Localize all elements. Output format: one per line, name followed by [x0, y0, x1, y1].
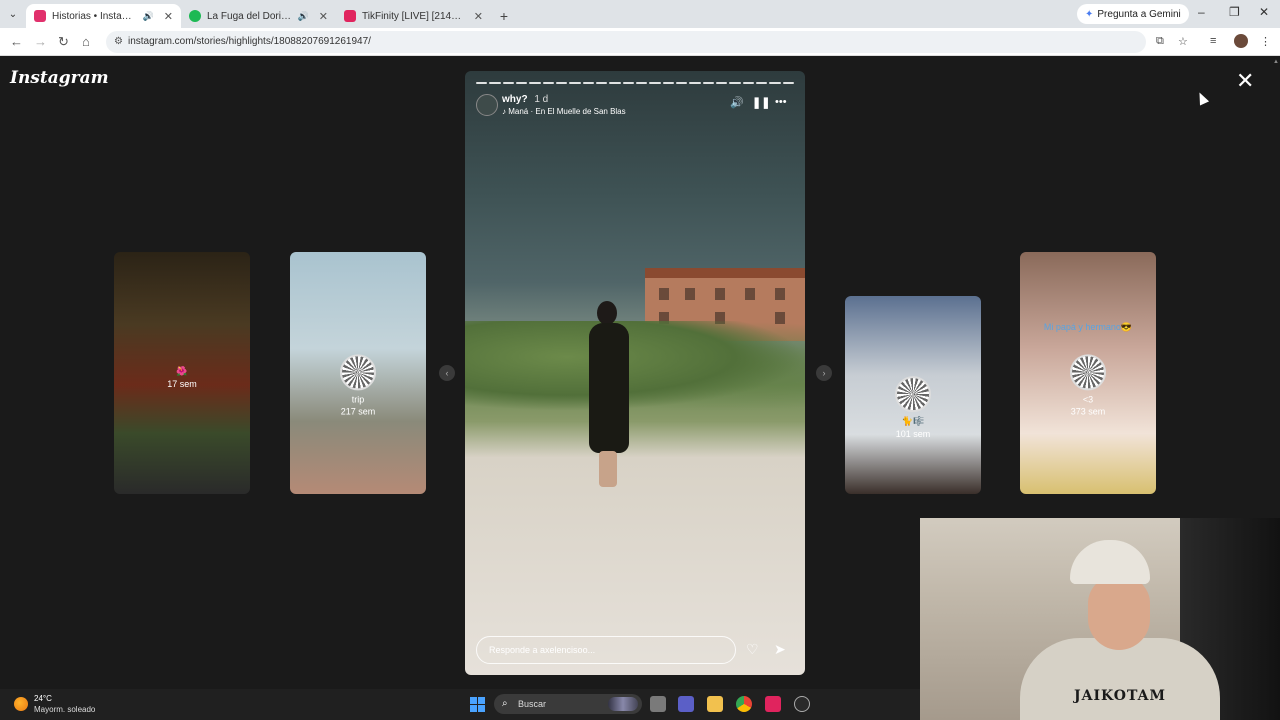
- story-header: why? 1 d: [502, 94, 548, 105]
- instagram-favicon-icon: [34, 10, 46, 22]
- obs-icon[interactable]: [794, 696, 810, 712]
- close-story-icon[interactable]: ✕: [1236, 70, 1254, 92]
- mute-icon[interactable]: 🔊: [730, 96, 744, 109]
- tab-instagram[interactable]: Historias • Instagram 🔊 ✕: [26, 4, 181, 28]
- weather-temp[interactable]: 24°C: [34, 694, 52, 703]
- webcam-overlay: JAIKOTAM: [920, 518, 1280, 720]
- preview-avatar: [1070, 354, 1106, 391]
- tab-title: La Fuga del Dorian • Ariel C: [207, 10, 292, 22]
- chrome-icon[interactable]: [736, 696, 752, 712]
- reload-icon[interactable]: ↻: [58, 34, 69, 50]
- url-field[interactable]: ⚙ instagram.com/stories/highlights/18088…: [106, 31, 1146, 53]
- minimize-icon[interactable]: –: [1198, 5, 1205, 19]
- url-text: instagram.com/stories/highlights/1808820…: [128, 36, 371, 47]
- next-story-icon[interactable]: ›: [816, 365, 832, 381]
- install-app-icon[interactable]: ⧉: [1156, 35, 1164, 48]
- search-label: Buscar: [518, 699, 547, 709]
- speaker-icon[interactable]: 🔊: [143, 11, 154, 22]
- teams-icon[interactable]: [678, 696, 694, 712]
- preview-label: 🐈🎼 101 sem: [845, 376, 981, 439]
- weather-desc[interactable]: Mayorm. soleado: [34, 705, 95, 714]
- profile-avatar[interactable]: [1234, 34, 1248, 48]
- browser-menu-icon[interactable]: ⋮: [1260, 35, 1271, 48]
- preview-label: trip 217 sem: [290, 354, 426, 416]
- story-music-label: Maná · En El Muelle de San Blas: [508, 107, 626, 116]
- spotify-favicon-icon: [189, 10, 201, 22]
- preview-age: 101 sem: [895, 429, 931, 440]
- preview-avatar: [895, 376, 931, 413]
- webcam-cap: [1070, 540, 1150, 584]
- home-icon[interactable]: ⌂: [82, 34, 90, 49]
- site-info-icon[interactable]: ⚙: [114, 31, 123, 53]
- gemini-sparkle-icon: ✦: [1085, 8, 1094, 20]
- preview-name: 🐈🎼: [901, 416, 925, 427]
- webcam-face: [1088, 576, 1150, 650]
- preview-caption: Mi papá y hermano😎: [1043, 322, 1133, 332]
- story-preview[interactable]: 🐈🎼 101 sem: [845, 296, 981, 494]
- weather-sun-icon[interactable]: [14, 697, 28, 711]
- hoodie-print: JAIKOTAM: [1073, 688, 1167, 704]
- story-person: [585, 301, 637, 491]
- like-heart-icon[interactable]: ♡: [746, 641, 759, 658]
- tikfinity-icon[interactable]: [765, 696, 781, 712]
- tab-tikfinity[interactable]: TikFinity [LIVE] [2149 Viewers] ✕: [336, 4, 491, 28]
- bookmark-star-icon[interactable]: ☆: [1178, 35, 1188, 48]
- maximize-icon[interactable]: ❐: [1229, 5, 1240, 19]
- forward-icon[interactable]: →: [34, 34, 47, 49]
- tab-spotify[interactable]: La Fuga del Dorian • Ariel C 🔊 ✕: [181, 4, 336, 28]
- story-username[interactable]: why?: [502, 94, 528, 105]
- preview-name: trip: [351, 394, 365, 405]
- tab-search-button[interactable]: ⌄: [0, 0, 26, 28]
- media-control-icon[interactable]: ≡: [1210, 35, 1216, 47]
- previous-story-icon[interactable]: ‹: [439, 365, 455, 381]
- preview-age: 373 sem: [1070, 406, 1106, 417]
- instagram-logo[interactable]: Instagram: [10, 68, 109, 88]
- tab-title: TikFinity [LIVE] [2149 Viewers]: [362, 10, 464, 22]
- close-tab-icon[interactable]: ✕: [164, 10, 173, 23]
- more-options-icon[interactable]: •••: [775, 96, 787, 108]
- music-note-icon: ♪: [502, 107, 506, 116]
- address-bar-row: ← → ↻ ⌂ ⚙ instagram.com/stories/highligh…: [0, 28, 1280, 56]
- close-tab-icon[interactable]: ✕: [319, 10, 328, 23]
- reply-input[interactable]: Responde a axelencisoo...: [476, 636, 736, 664]
- story-media[interactable]: [465, 71, 805, 675]
- taskbar-search[interactable]: ⌕ Buscar: [494, 694, 642, 714]
- story-preview[interactable]: Mi papá y hermano😎 <3 373 sem: [1020, 252, 1156, 494]
- pause-icon[interactable]: ❚❚: [752, 96, 770, 109]
- preview-name: <3: [1082, 394, 1094, 405]
- preview-label: 🌺 17 sem: [114, 366, 250, 389]
- window-close-icon[interactable]: ✕: [1259, 5, 1269, 19]
- preview-avatar: [340, 354, 376, 391]
- windows-start-icon[interactable]: [470, 697, 485, 712]
- story-preview[interactable]: 🌺 17 sem: [114, 252, 250, 494]
- story-avatar[interactable]: [476, 94, 498, 116]
- new-tab-icon[interactable]: +: [491, 4, 517, 28]
- gemini-label: Pregunta a Gemini: [1097, 8, 1181, 20]
- preview-label: <3 373 sem: [1020, 354, 1156, 416]
- windows-taskbar: [0, 689, 920, 720]
- story-timestamp: 1 d: [534, 94, 549, 105]
- search-highlight-icon: [608, 697, 638, 711]
- story-music[interactable]: ♪ Maná · En El Muelle de San Blas: [502, 107, 626, 116]
- task-view-icon[interactable]: [650, 696, 666, 712]
- back-icon[interactable]: ←: [10, 34, 23, 49]
- close-tab-icon[interactable]: ✕: [474, 10, 483, 23]
- search-icon: ⌕: [502, 698, 508, 709]
- tab-title: Historias • Instagram: [52, 10, 137, 22]
- scroll-up-icon[interactable]: ▲: [1273, 59, 1279, 65]
- preview-name: 🌺: [176, 366, 188, 377]
- speaker-icon[interactable]: 🔊: [298, 11, 309, 22]
- reply-placeholder: Responde a axelencisoo...: [489, 645, 596, 655]
- file-explorer-icon[interactable]: [707, 696, 723, 712]
- tikfinity-favicon-icon: [344, 10, 356, 22]
- gemini-button[interactable]: ✦ Pregunta a Gemini: [1077, 4, 1189, 24]
- story-progress-bar: [476, 82, 794, 84]
- send-share-icon[interactable]: ➤: [774, 641, 786, 658]
- preview-age: 17 sem: [167, 379, 197, 390]
- story-preview[interactable]: trip 217 sem: [290, 252, 426, 494]
- webcam-hoodie: JAIKOTAM: [1020, 638, 1220, 720]
- preview-age: 217 sem: [340, 406, 376, 417]
